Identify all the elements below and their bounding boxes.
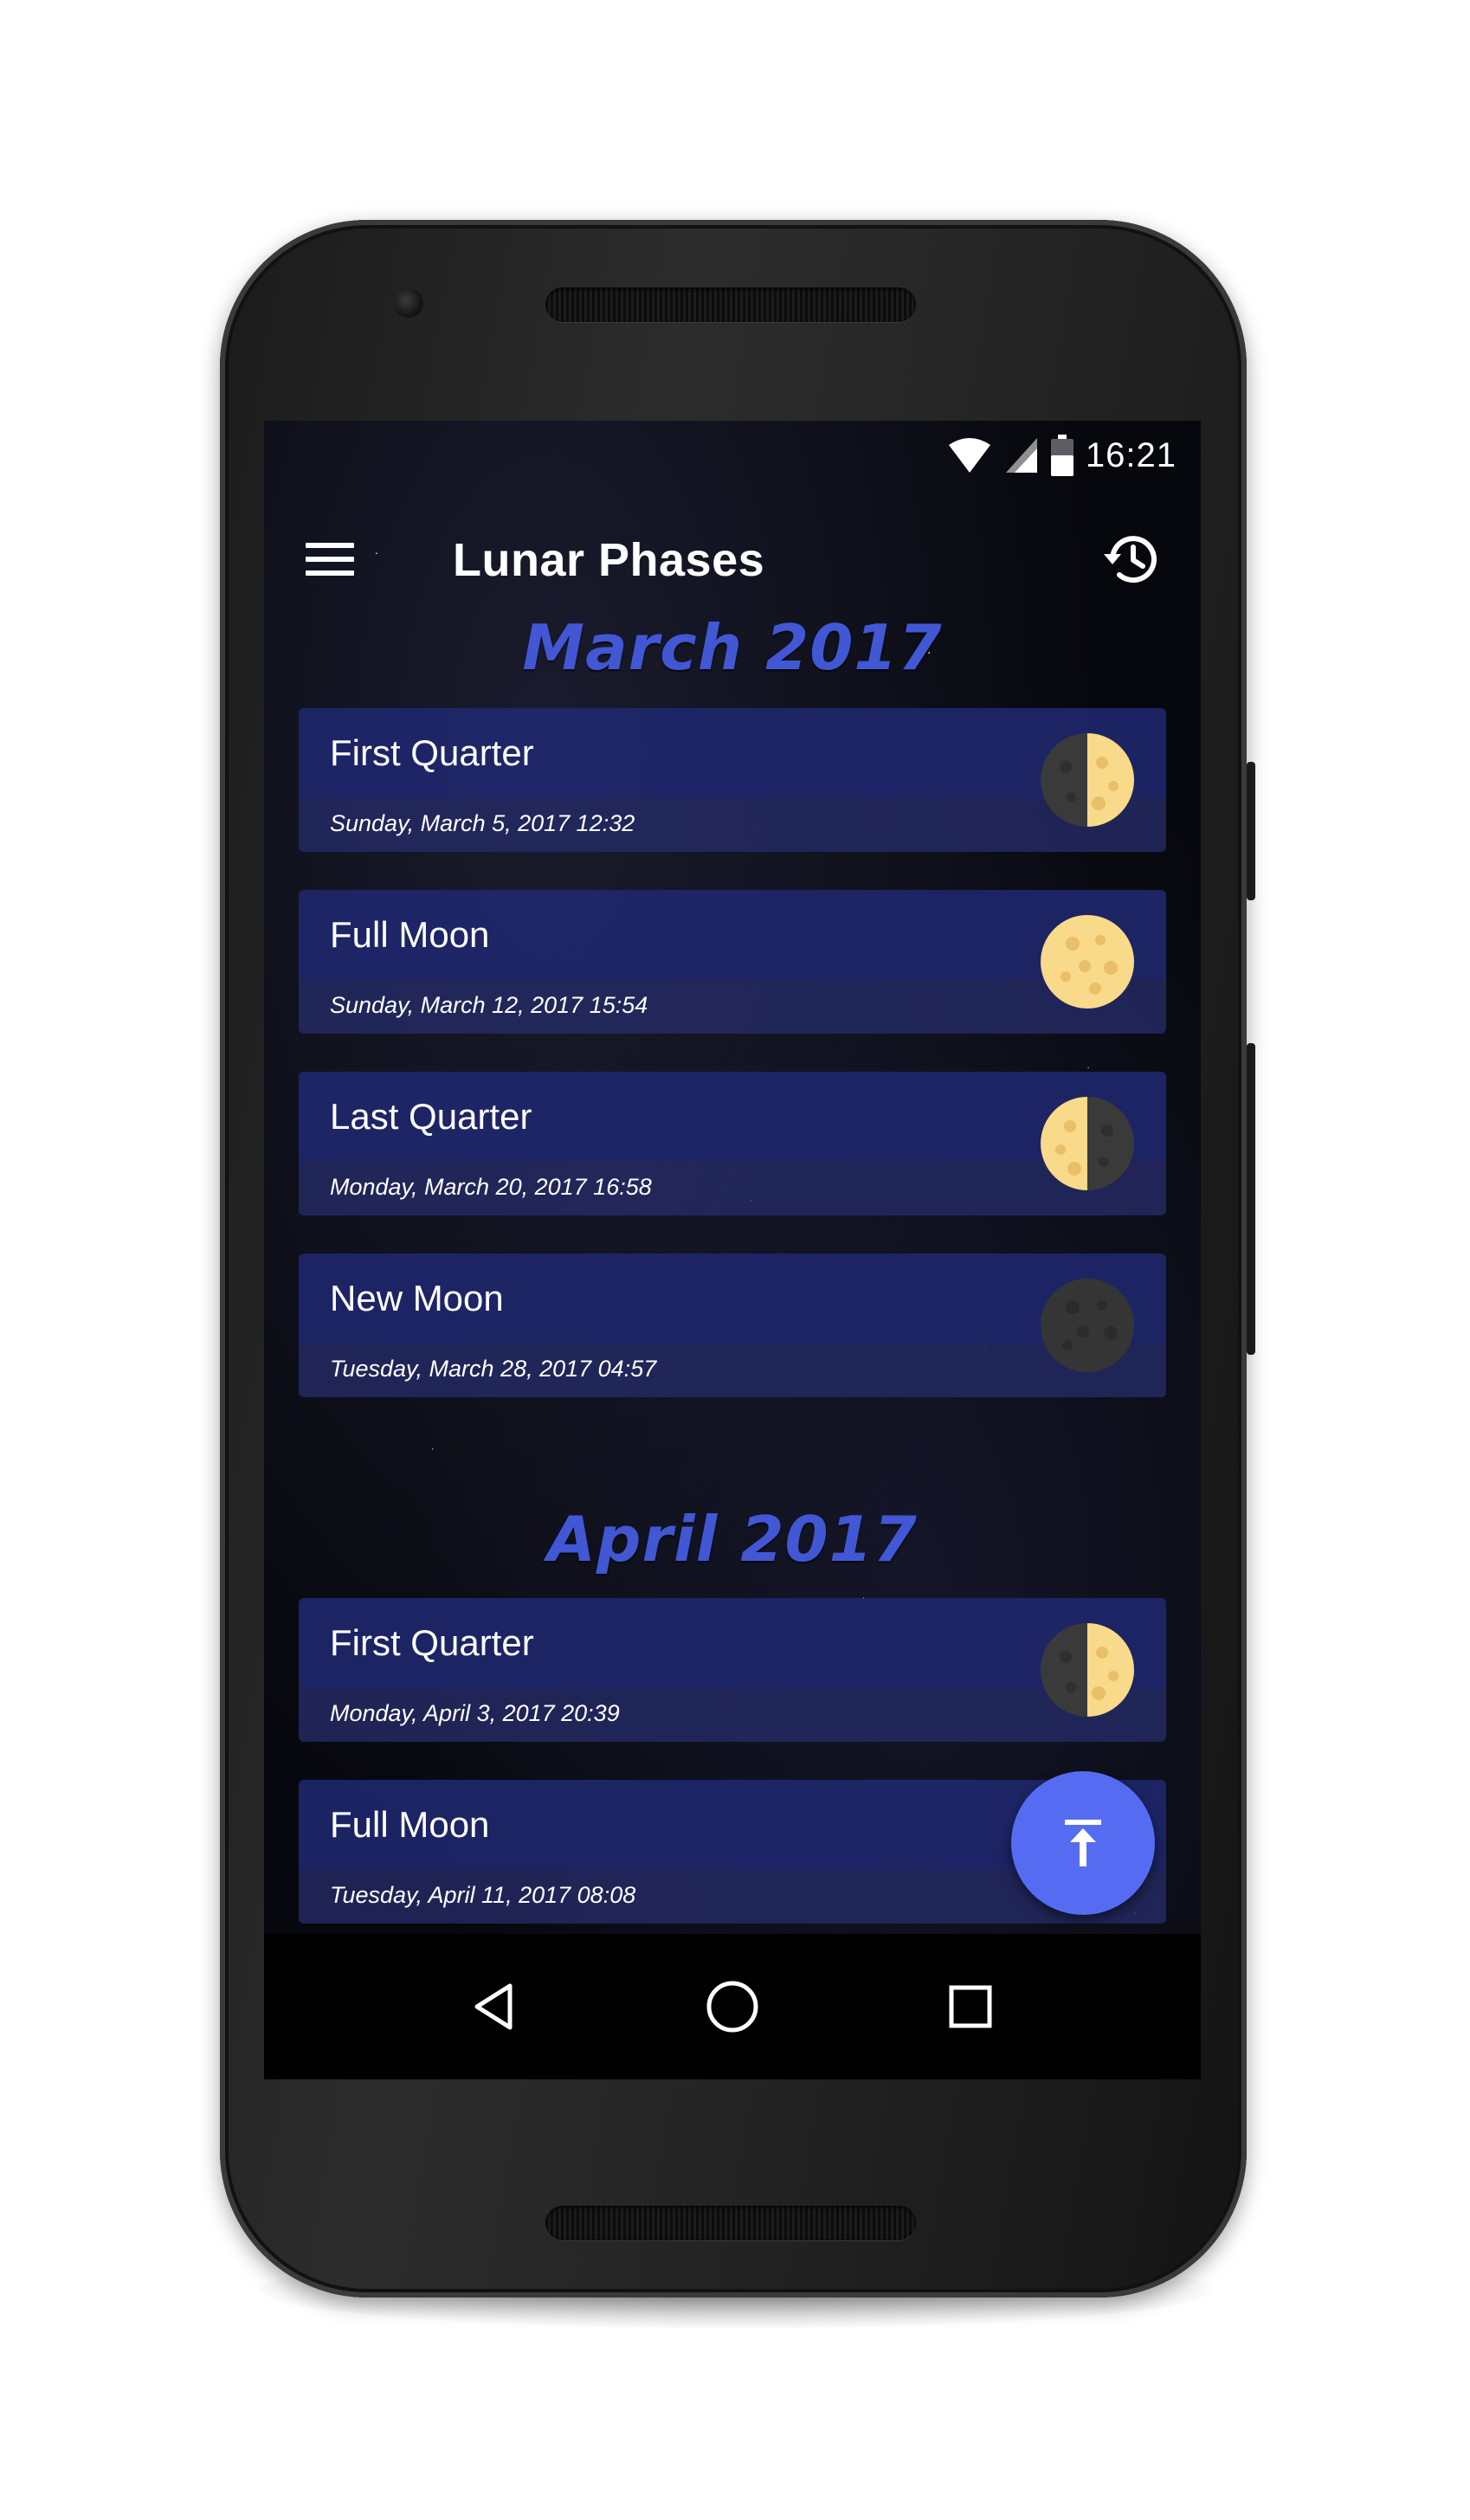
phase-name: First Quarter <box>330 732 534 773</box>
history-button[interactable] <box>1097 525 1166 594</box>
phase-list[interactable]: March 2017 First Quarter Sunday, March 5… <box>264 611 1201 1934</box>
month-heading: March 2017 <box>522 611 943 684</box>
phase-date: Sunday, March 5, 2017 12:32 <box>330 810 635 836</box>
status-bar: 16:21 <box>264 421 1201 490</box>
app-bar: Lunar Phases <box>264 490 1201 628</box>
front-camera <box>394 288 423 318</box>
first-quarter-moon-icon <box>1041 733 1134 827</box>
phase-date: Tuesday, April 11, 2017 08:08 <box>330 1882 636 1908</box>
bottom-speaker-grille <box>545 2206 916 2240</box>
scroll-to-top-button[interactable] <box>1011 1771 1155 1915</box>
phase-card[interactable]: First Quarter Monday, April 3, 2017 20:3… <box>299 1598 1166 1742</box>
back-icon <box>474 1983 513 2030</box>
status-icons: 16:21 <box>947 431 1177 480</box>
history-icon <box>1104 536 1157 583</box>
phase-name: First Quarter <box>330 1622 534 1663</box>
volume-button <box>1247 1043 1255 1355</box>
phase-name: Full Moon <box>330 914 490 955</box>
status-time: 16:21 <box>1085 435 1177 474</box>
app-title: Lunar Phases <box>453 534 765 586</box>
full-moon-icon <box>1041 915 1134 1009</box>
new-moon-icon <box>1041 1279 1134 1372</box>
phase-name: New Moon <box>330 1278 504 1318</box>
first-quarter-moon-icon <box>1041 1623 1134 1717</box>
phase-date: Monday, April 3, 2017 20:39 <box>330 1700 620 1726</box>
home-icon <box>706 1981 758 2033</box>
phase-date: Sunday, March 12, 2017 15:54 <box>330 992 648 1018</box>
month-heading: April 2017 <box>547 1503 918 1576</box>
menu-icon <box>306 543 354 548</box>
phase-date: Tuesday, March 28, 2017 04:57 <box>330 1356 657 1382</box>
cellular-signal-icon <box>1005 438 1037 473</box>
phase-card[interactable]: New Moon Tuesday, March 28, 2017 04:57 <box>299 1254 1166 1397</box>
scroll-to-top-icon <box>1065 1820 1101 1866</box>
phase-name: Last Quarter <box>330 1096 532 1137</box>
menu-button[interactable] <box>306 532 361 587</box>
wifi-icon <box>948 438 990 473</box>
phase-name: Full Moon <box>330 1804 490 1845</box>
phase-card[interactable]: Full Moon Sunday, March 12, 2017 15:54 <box>299 890 1166 1034</box>
recents-button[interactable] <box>934 1970 1007 2043</box>
phase-card[interactable]: Last Quarter Monday, March 20, 2017 16:5… <box>299 1072 1166 1215</box>
phone-screen: 16:21 Lunar Phases March 2017 First Quar… <box>264 421 1201 2079</box>
recents-icon <box>949 1985 992 2028</box>
power-button <box>1247 762 1255 900</box>
phase-card[interactable]: First Quarter Sunday, March 5, 2017 12:3… <box>299 708 1166 852</box>
battery-icon <box>1050 435 1073 476</box>
back-button[interactable] <box>458 1970 531 2043</box>
phase-date: Monday, March 20, 2017 16:58 <box>330 1174 652 1200</box>
top-speaker-grille <box>545 287 916 322</box>
navigation-bar <box>264 1934 1201 2079</box>
home-button[interactable] <box>696 1970 769 2043</box>
last-quarter-moon-icon <box>1041 1097 1134 1190</box>
